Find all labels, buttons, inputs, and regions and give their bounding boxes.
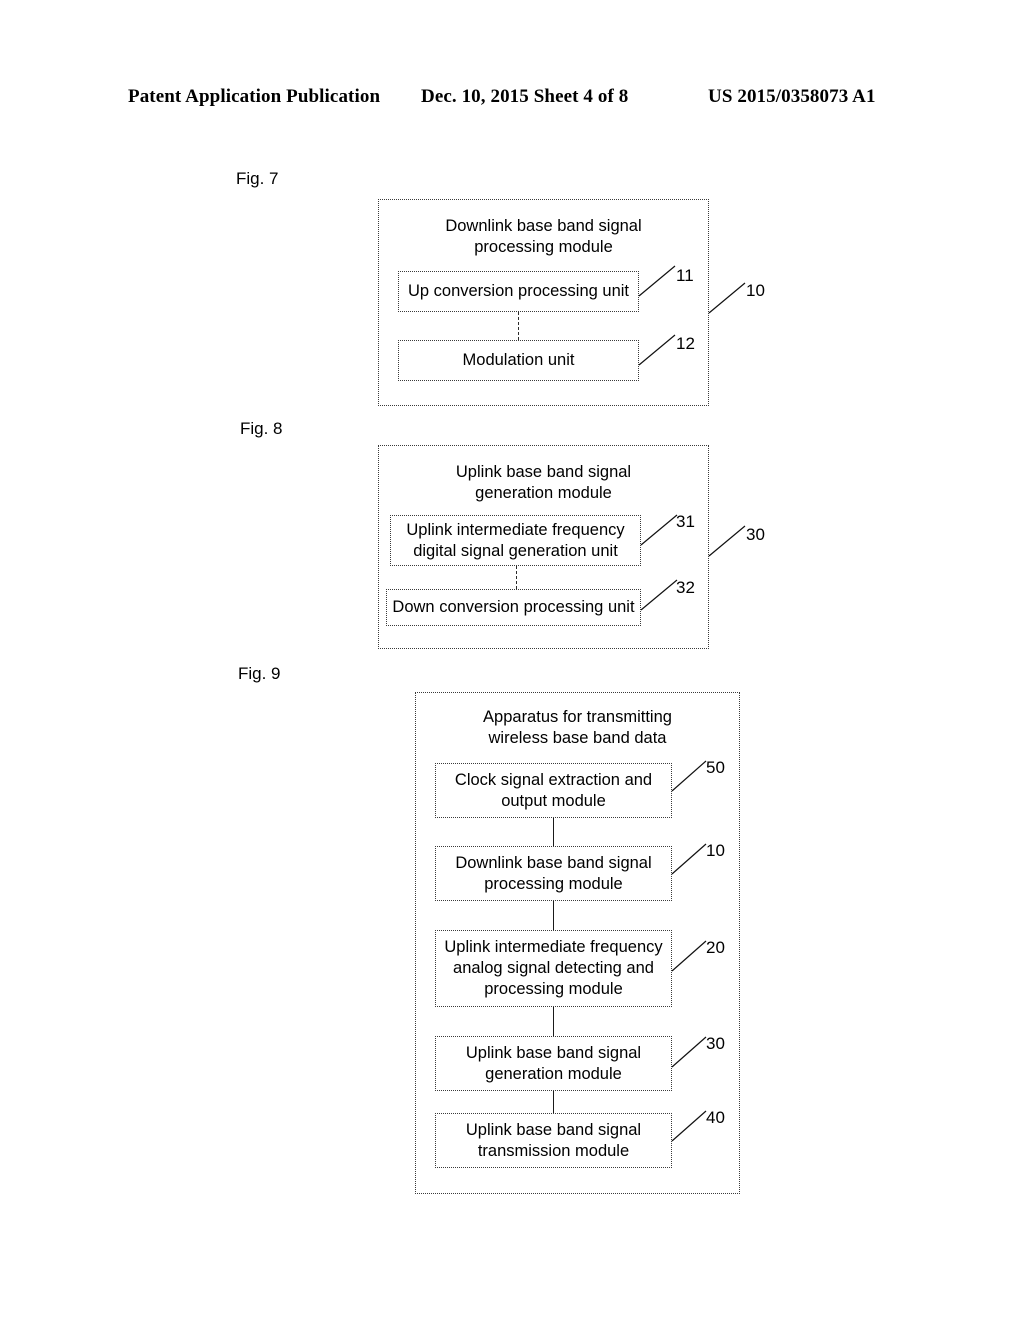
fig7-connector-11-to-12 [518, 312, 519, 340]
fig8-ref-number-31: 31 [676, 512, 695, 531]
fig9-unit-downlink-base-band-signal-processing-module-label: Downlink base band signal processing mod… [455, 853, 652, 893]
fig8-unit-down-conversion-processing-unit: Down conversion processing unit [386, 589, 641, 626]
fig8-unit-uplink-if-digital-signal-generation-unit-label: Uplink intermediate frequency digital si… [406, 520, 625, 560]
figure-label-fig7: Fig. 7 [236, 169, 279, 188]
fig8-ref-number-32: 32 [676, 578, 695, 597]
fig9-connector-30-to-40 [553, 1091, 554, 1113]
fig9-leader-line-10 [671, 843, 707, 875]
fig7-ref-number-12: 12 [676, 334, 695, 353]
fig9-unit-clock-signal-extraction-and-output-module-label: Clock signal extraction and output modul… [454, 770, 653, 810]
fig9-unit-uplink-base-band-signal-transmission-module-label: Uplink base band signal transmission mod… [465, 1120, 642, 1160]
fig9-leader-line-40 [671, 1110, 707, 1142]
fig9-connector-50-to-10 [553, 818, 554, 846]
fig9-unit-uplink-base-band-signal-transmission-module: Uplink base band signal transmission mod… [435, 1113, 672, 1168]
fig8-leader-line-31 [640, 514, 678, 546]
fig9-ref-number-40: 40 [706, 1108, 725, 1127]
fig9-leader-line-30 [671, 1036, 707, 1068]
header-date-sheet: Dec. 10, 2015 Sheet 4 of 8 [421, 86, 629, 107]
fig9-leader-line-50 [671, 760, 707, 792]
figure-label-fig8: Fig. 8 [240, 419, 283, 438]
fig9-unit-uplink-if-analog-signal-detecting-and-processing-module-label: Uplink intermediate frequency analog sig… [444, 938, 663, 998]
fig9-connector-20-to-30 [553, 1007, 554, 1036]
fig7-ref-number-10: 10 [746, 281, 765, 300]
figure-label-fig9: Fig. 9 [238, 664, 281, 683]
fig7-leader-line-12 [638, 334, 676, 366]
fig7-outer-title: Downlink base band signal processing mod… [445, 217, 642, 256]
fig9-leader-line-20 [671, 940, 707, 972]
header-patent-number: US 2015/0358073 A1 [708, 86, 876, 107]
fig8-leader-line-30 [708, 525, 746, 557]
fig8-unit-uplink-if-digital-signal-generation-unit: Uplink intermediate frequency digital si… [390, 515, 641, 566]
fig9-unit-uplink-base-band-signal-generation-module-label: Uplink base band signal generation modul… [465, 1043, 642, 1083]
fig9-unit-uplink-base-band-signal-generation-module: Uplink base band signal generation modul… [435, 1036, 672, 1091]
fig7-ref-number-11: 11 [676, 266, 694, 285]
fig9-ref-number-30: 30 [706, 1034, 725, 1053]
fig7-leader-line-11 [638, 265, 676, 297]
fig7-unit-modulation-unit: Modulation unit [398, 340, 639, 381]
page-header: Patent Application Publication Dec. 10, … [0, 86, 1024, 112]
fig8-ref-number-30: 30 [746, 525, 765, 544]
fig9-connector-10-to-20 [553, 901, 554, 930]
fig9-unit-downlink-base-band-signal-processing-module: Downlink base band signal processing mod… [435, 846, 672, 901]
fig8-connector-31-to-32 [516, 566, 517, 589]
fig8-leader-line-32 [640, 579, 678, 611]
fig8-unit-down-conversion-processing-unit-label: Down conversion processing unit [392, 598, 635, 616]
fig7-unit-up-conversion-processing-unit-label: Up conversion processing unit [407, 282, 630, 300]
header-publication-label: Patent Application Publication [128, 86, 381, 107]
fig9-outer-title: Apparatus for transmitting wireless base… [483, 708, 672, 747]
fig8-outer-title: Uplink base band signal generation modul… [455, 463, 632, 502]
fig7-leader-line-10 [708, 282, 746, 314]
fig9-ref-number-10: 10 [706, 841, 725, 860]
fig9-ref-number-50: 50 [706, 758, 725, 777]
fig7-unit-modulation-unit-label: Modulation unit [462, 351, 575, 369]
fig9-unit-uplink-if-analog-signal-detecting-and-processing-module: Uplink intermediate frequency analog sig… [435, 930, 672, 1007]
fig9-unit-clock-signal-extraction-and-output-module: Clock signal extraction and output modul… [435, 763, 672, 818]
fig7-unit-up-conversion-processing-unit: Up conversion processing unit [398, 271, 639, 312]
fig9-ref-number-20: 20 [706, 938, 725, 957]
